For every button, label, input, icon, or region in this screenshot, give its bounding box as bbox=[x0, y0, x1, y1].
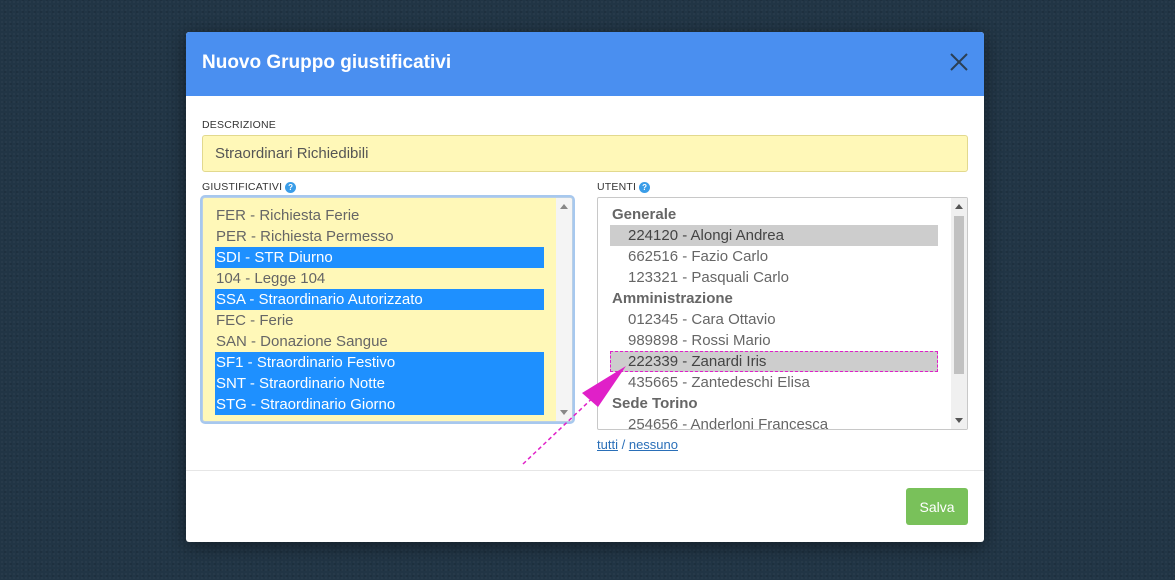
descrizione-label: DESCRIZIONE bbox=[202, 119, 276, 131]
giustificativo-option[interactable]: 104 - Legge 104 bbox=[215, 268, 544, 289]
giustificativo-option[interactable]: FEC - Ferie bbox=[215, 310, 544, 331]
utenti-group-header: Sede Torino bbox=[612, 395, 698, 412]
scroll-up-icon[interactable] bbox=[955, 204, 963, 209]
scroll-down-icon[interactable] bbox=[955, 418, 963, 423]
modal-header: Nuovo Gruppo giustificativi bbox=[186, 32, 984, 96]
utente-option[interactable]: 224120 - Alongi Andrea bbox=[610, 225, 938, 246]
giustificativo-option[interactable]: STG - Straordinario Giorno bbox=[215, 394, 544, 415]
utente-option[interactable]: 989898 - Rossi Mario bbox=[610, 330, 938, 351]
utenti-group-header: Generale bbox=[612, 206, 677, 223]
selection-links: tutti / nessuno bbox=[597, 437, 678, 452]
giustificativo-option[interactable]: SDI - STR Diurno bbox=[215, 247, 544, 268]
giustificativi-label: GIUSTIFICATIVI bbox=[202, 181, 283, 193]
utenti-label: UTENTI bbox=[597, 181, 637, 193]
modal-dialog: Nuovo Gruppo giustificativi DESCRIZIONE … bbox=[186, 32, 984, 542]
giustificativo-option[interactable]: PER - Richiesta Permesso bbox=[215, 226, 544, 247]
scrollbar-thumb[interactable] bbox=[954, 216, 964, 374]
utenti-listbox[interactable]: Generale 224120 - Alongi Andrea 662516 - F… bbox=[597, 197, 968, 430]
giustificativi-label-row: GIUSTIFICATIVI? bbox=[202, 181, 297, 193]
scroll-up-icon[interactable] bbox=[560, 204, 568, 209]
utente-option[interactable]: 222339 - Zanardi Iris bbox=[610, 351, 938, 372]
modal-title: Nuovo Gruppo giustificativi bbox=[202, 52, 452, 73]
utente-option[interactable]: 662516 - Fazio Carlo bbox=[610, 246, 938, 267]
utente-option[interactable]: 254656 - Anderloni Francesca bbox=[610, 414, 938, 429]
descrizione-input[interactable] bbox=[202, 135, 968, 172]
footer-divider bbox=[186, 470, 984, 471]
giustificativo-option[interactable]: SNT - Straordinario Notte bbox=[215, 373, 544, 394]
giustificativo-option[interactable]: SF1 - Straordinario Festivo bbox=[215, 352, 544, 373]
utenti-group-header: Amministrazione bbox=[612, 290, 733, 307]
utente-option[interactable]: 012345 - Cara Ottavio bbox=[610, 309, 938, 330]
links-separator: / bbox=[621, 437, 626, 452]
help-icon[interactable]: ? bbox=[285, 182, 297, 193]
scroll-down-icon[interactable] bbox=[560, 410, 568, 415]
utente-option[interactable]: 123321 - Pasquali Carlo bbox=[610, 267, 938, 288]
save-button[interactable]: Salva bbox=[906, 488, 968, 525]
giustificativo-option[interactable]: SAN - Donazione Sangue bbox=[215, 331, 544, 352]
utenti-scrollbar[interactable] bbox=[951, 198, 967, 429]
utente-option[interactable]: 435665 - Zantedeschi Elisa bbox=[610, 372, 938, 393]
giustificativi-listbox[interactable]: FER - Richiesta Ferie PER - Richiesta Per… bbox=[202, 197, 573, 422]
giustificativo-option[interactable]: SSA - Straordinario Autorizzato bbox=[215, 289, 544, 310]
select-all-link[interactable]: tutti bbox=[597, 437, 618, 452]
utenti-label-row: UTENTI? bbox=[597, 181, 651, 193]
help-icon[interactable]: ? bbox=[639, 182, 651, 193]
close-icon bbox=[950, 53, 968, 71]
close-button[interactable] bbox=[948, 51, 970, 73]
select-none-link[interactable]: nessuno bbox=[629, 437, 678, 452]
giustificativo-option[interactable]: FER - Richiesta Ferie bbox=[215, 205, 544, 226]
giustificativi-scrollbar[interactable] bbox=[556, 198, 572, 421]
